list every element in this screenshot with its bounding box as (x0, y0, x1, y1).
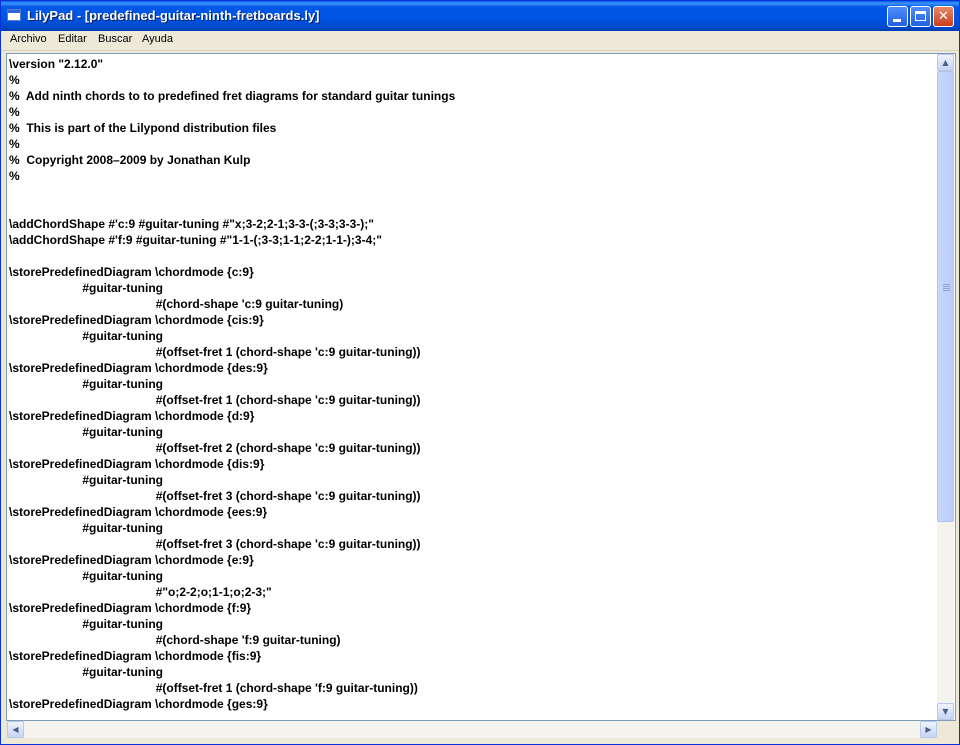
close-button[interactable]: ✕ (933, 6, 954, 27)
close-icon: ✕ (938, 9, 949, 24)
grip-line (943, 288, 950, 289)
minimize-button[interactable] (887, 6, 908, 27)
editor-line: #guitar-tuning (9, 617, 164, 631)
grip-line (943, 284, 950, 285)
arrow-right-icon: ▶ (925, 725, 932, 734)
editor-line: \addChordShape #'c:9 #guitar-tuning #"x;… (9, 217, 374, 231)
editor-line: #(offset-fret 1 (chord-shape 'c:9 guitar… (9, 345, 421, 359)
editor-line: #"o;2-2;o;1-1;o;2-3;" (9, 585, 272, 599)
arrow-up-icon: ▲ (942, 58, 949, 67)
editor-line: % (9, 105, 20, 119)
lilypad-window: LilyPad - [predefined-guitar-ninth-fretb… (0, 0, 960, 745)
title-bar[interactable]: LilyPad - [predefined-guitar-ninth-fretb… (1, 1, 959, 31)
editor-line: % This is part of the Lilypond distribut… (9, 121, 277, 135)
app-icon[interactable] (7, 9, 21, 21)
menu-ayuda[interactable]: Ayuda (142, 33, 173, 45)
editor-line: #(offset-fret 1 (chord-shape 'c:9 guitar… (9, 393, 421, 407)
editor-line: #(offset-fret 3 (chord-shape 'c:9 guitar… (9, 489, 421, 503)
maximize-button[interactable] (910, 6, 931, 27)
editor-line: % Add ninth chords to to predefined fret… (9, 89, 456, 103)
editor-line: \addChordShape #'f:9 #guitar-tuning #"1-… (9, 233, 382, 247)
editor-line: #guitar-tuning (9, 281, 164, 295)
grip-line (943, 286, 950, 287)
editor-line: #(chord-shape 'c:9 guitar-tuning) (9, 297, 344, 311)
grip-line (943, 290, 950, 291)
scroll-left-button[interactable]: ◀ (7, 721, 24, 738)
editor-line: #(offset-fret 1 (chord-shape 'f:9 guitar… (9, 681, 418, 695)
editor-line: % (9, 169, 20, 183)
menu-archivo[interactable]: Archivo (10, 33, 47, 45)
scroll-down-button[interactable]: ▼ (937, 703, 954, 720)
editor-line: % (9, 137, 20, 151)
scroll-right-button[interactable]: ▶ (920, 721, 937, 738)
editor-line: #(offset-fret 2 (chord-shape 'c:9 guitar… (9, 441, 421, 455)
editor-line: #guitar-tuning (9, 665, 164, 679)
editor-line: % (9, 73, 20, 87)
arrow-left-icon: ◀ (12, 725, 19, 734)
text-editor[interactable]: \version "2.12.0"% % Add ninth chords to … (6, 53, 956, 721)
arrow-down-icon: ▼ (942, 707, 949, 716)
editor-line: \storePredefinedDiagram \chordmode {des:… (9, 361, 268, 375)
scroll-up-button[interactable]: ▲ (937, 54, 954, 71)
editor-line: % Copyright 2008–2009 by Jonathan Kulp (9, 153, 251, 167)
editor-line: \storePredefinedDiagram \chordmode {f:9} (9, 601, 252, 615)
editor-line: #guitar-tuning (9, 521, 164, 535)
horizontal-scrollbar[interactable]: ◀ ▶ (7, 721, 937, 738)
editor-line: #guitar-tuning (9, 569, 164, 583)
editor-line: \storePredefinedDiagram \chordmode {d:9} (9, 409, 255, 423)
vertical-scrollbar[interactable]: ▲ ▼ (937, 54, 954, 720)
editor-line: \storePredefinedDiagram \chordmode {cis:… (9, 313, 264, 327)
editor-line: \storePredefinedDiagram \chordmode {dis:… (9, 457, 265, 471)
editor-line: \storePredefinedDiagram \chordmode {c:9} (9, 265, 254, 279)
editor-lines: \version "2.12.0"% % Add ninth chords to … (9, 56, 937, 712)
minimize-icon (893, 19, 901, 22)
window-title: LilyPad - [predefined-guitar-ninth-fretb… (27, 8, 320, 23)
maximize-icon (915, 11, 926, 21)
editor-line: #guitar-tuning (9, 425, 164, 439)
vertical-scroll-thumb[interactable] (937, 71, 954, 522)
menu-editar[interactable]: Editar (58, 33, 87, 45)
editor-line: \storePredefinedDiagram \chordmode {fis:… (9, 649, 262, 663)
editor-line: #(offset-fret 3 (chord-shape 'c:9 guitar… (9, 537, 421, 551)
editor-line: #guitar-tuning (9, 377, 164, 391)
scrollbar-corner (937, 721, 954, 738)
menu-bar: Archivo Editar Buscar Ayuda (1, 31, 959, 51)
editor-line: #guitar-tuning (9, 473, 164, 487)
editor-line: #(chord-shape 'f:9 guitar-tuning) (9, 633, 341, 647)
editor-line: \storePredefinedDiagram \chordmode {e:9} (9, 553, 254, 567)
editor-line: \storePredefinedDiagram \chordmode {ges:… (9, 697, 268, 711)
editor-line: \version "2.12.0" (9, 57, 104, 71)
editor-line: #guitar-tuning (9, 329, 164, 343)
menu-buscar[interactable]: Buscar (98, 33, 132, 45)
editor-line: \storePredefinedDiagram \chordmode {ees:… (9, 505, 268, 519)
